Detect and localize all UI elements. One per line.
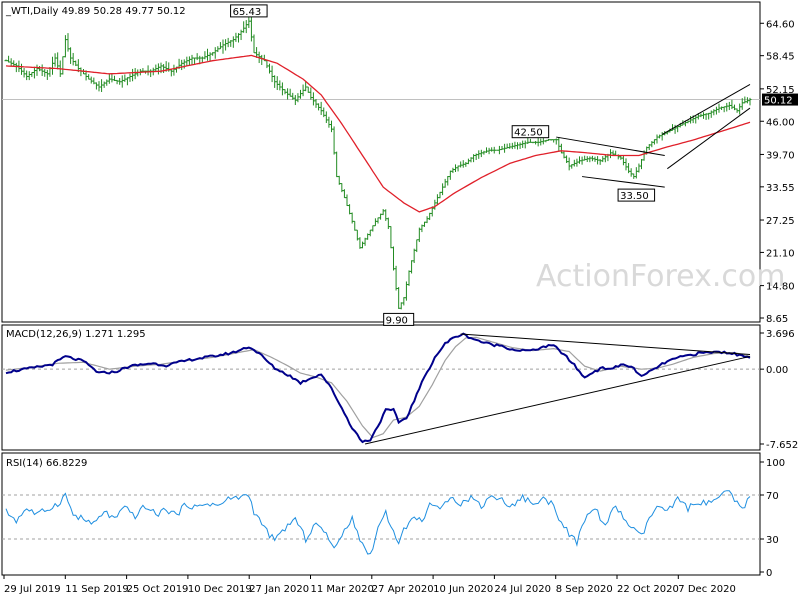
macd-tick-label: -7.652 [766,440,798,451]
price-tick-label: 58.45 [766,52,795,63]
x-tick-label: 27 Apr 2020 [372,584,434,595]
x-tick-label: 29 Jul 2019 [4,584,61,595]
rsi-panel-label: RSI(14) 66.8229 [6,458,87,469]
price-tick-label: 27.25 [766,216,795,227]
price-tick-label: 8.65 [766,314,788,325]
watermark: ActionForex.com [536,259,785,294]
rsi-tick-label: 100 [766,458,785,469]
macd-tick-label: 3.696 [766,329,795,340]
x-tick-label: 10 Dec 2019 [188,584,252,595]
price-tick-label: 46.00 [766,117,795,128]
price-tick-label: 21.10 [766,248,795,259]
x-tick-label: 11 Mar 2020 [311,584,374,595]
x-tick-label: 22 Oct 2020 [617,584,679,595]
price-tick-label: 64.60 [766,19,795,30]
x-tick-label: 8 Sep 2020 [556,584,613,595]
price-panel-label: _WTI,Daily 49.89 50.28 49.77 50.12 [5,6,186,17]
x-tick-label: 24 Jul 2020 [494,584,551,595]
x-tick-label: 11 Sep 2019 [65,584,128,595]
macd-tick-label: 0.00 [766,365,788,376]
wti-chart: ActionForex.com 65.43 9.90 42.50 33.50 64.6… [0,0,800,600]
price-tick-label: 14.80 [766,282,795,293]
price-annotation-label: 9.90 [386,315,408,326]
x-tick-label: 25 Oct 2019 [127,584,189,595]
price-tick-label: 39.70 [766,150,795,161]
price-annotation-label: 42.50 [514,128,543,139]
price-annotation-label: 65.43 [233,7,262,18]
rsi-tick-label: 70 [766,491,779,502]
x-tick-label: 7 Dec 2020 [678,584,736,595]
last-price-label: 50.12 [764,96,793,107]
x-tick-label: 10 Jun 2020 [433,584,493,595]
price-annotation-label: 33.50 [620,191,649,202]
rsi-tick-label: 30 [766,535,779,546]
rsi-tick-label: 0 [766,568,772,579]
macd-panel-label: MACD(12,26,9) 1.271 1.295 [6,329,146,340]
price-tick-label: 33.55 [766,183,795,194]
x-tick-label: 27 Jan 2020 [249,584,309,595]
